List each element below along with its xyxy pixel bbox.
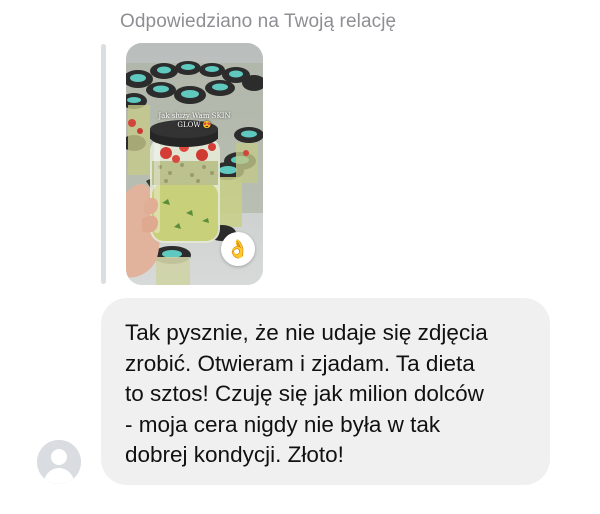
story-reply-header: Odpowiedziano na Twoją relację	[120, 11, 397, 32]
default-avatar-icon	[37, 440, 81, 484]
ok-hand-reaction-icon[interactable]: 👌	[221, 232, 255, 266]
reply-quote-bar	[101, 44, 106, 284]
story-caption-line-1: Jak służy Wam SKIN	[158, 112, 231, 120]
heart-eyes-emoji-icon: 😍	[202, 121, 212, 129]
dm-conversation: Odpowiedziano na Twoją relację Jak służy…	[0, 0, 600, 514]
message-bubble[interactable]: Tak pysznie, że nie udaje się zdjęcia zr…	[101, 298, 550, 485]
story-caption: Jak służy Wam SKIN GLOW 😍	[126, 112, 263, 130]
story-caption-line-2: GLOW	[177, 121, 201, 129]
avatar[interactable]	[37, 440, 81, 484]
